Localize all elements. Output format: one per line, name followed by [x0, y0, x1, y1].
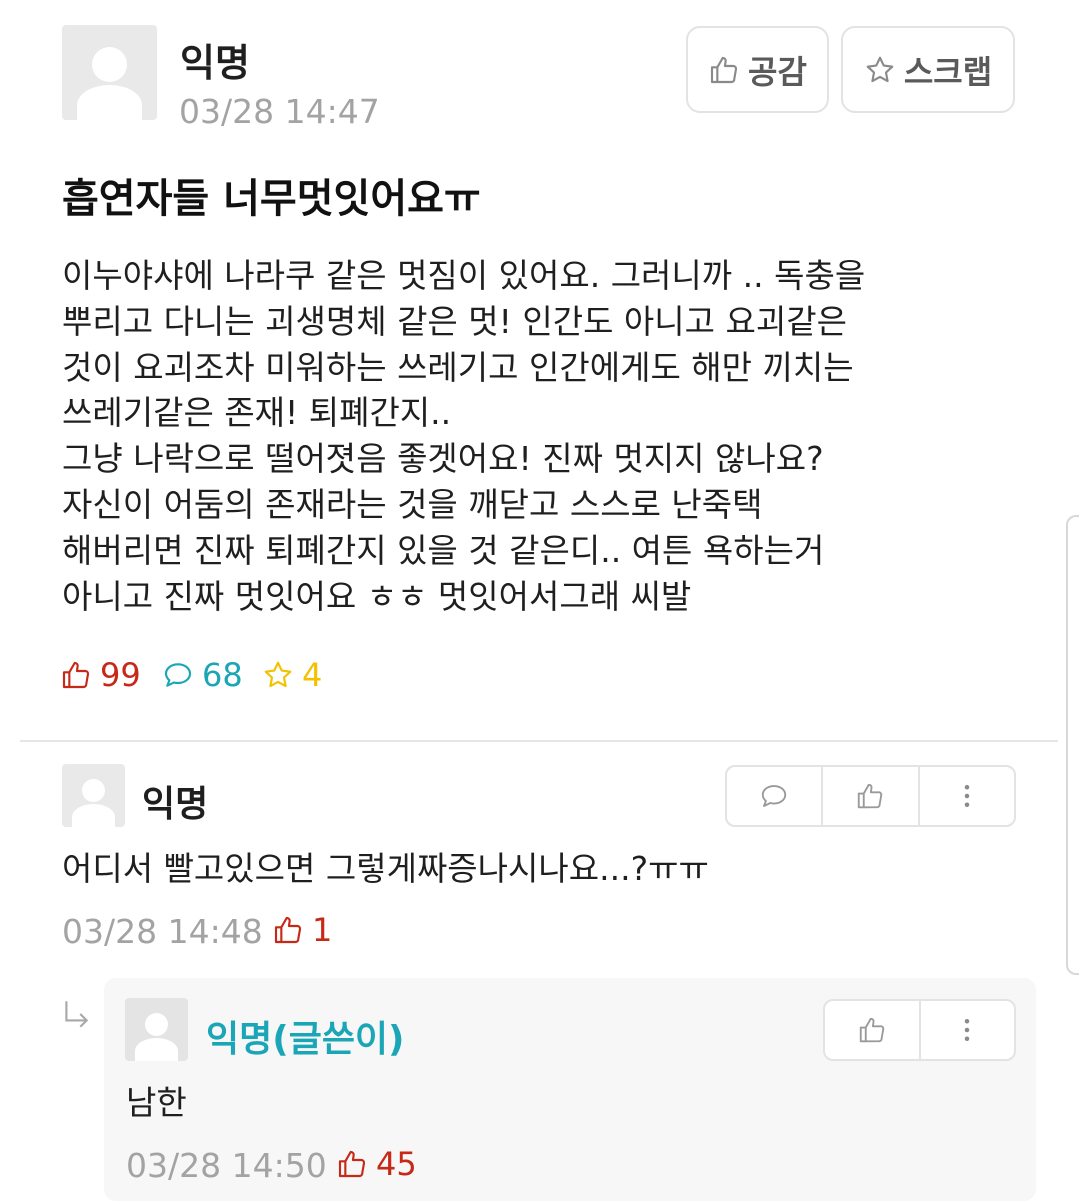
post-body-line: 뿌리고 다니는 괴생명체 같은 멋! 인간도 아니고 요괴같은 — [62, 301, 847, 341]
comment-reply-button[interactable] — [727, 767, 821, 825]
post-divider — [20, 740, 1058, 742]
post-timestamp: 03/28 14:47 — [179, 92, 380, 131]
like-button[interactable]: 공감 — [686, 26, 829, 113]
post-body-line: 그냥 나락으로 떨어졋음 좋겟어요! 진짜 멋지지 않나요? — [62, 439, 824, 479]
comment-bubble-icon — [761, 785, 787, 807]
comment-text: 어디서 빨고있으면 그렇게짜증나시나요...?ㅠㅠ — [62, 849, 709, 888]
post-body-line: 아니고 진짜 멋잇어요 ㅎㅎ 멋잇어서그래 씨발 — [62, 576, 692, 616]
star-icon — [264, 661, 292, 688]
comment-bubble-icon — [164, 663, 192, 687]
thumbs-up-icon — [710, 56, 738, 83]
thumbs-up-icon — [858, 783, 883, 809]
scrap-button[interactable]: 스크랩 — [841, 26, 1015, 113]
comment-like-count: 1 — [272, 911, 332, 949]
star-icon — [866, 56, 894, 82]
thumbs-up-icon — [859, 1017, 884, 1043]
post-like-count: 99 — [60, 656, 141, 694]
reply-author-avatar — [125, 998, 188, 1061]
comment-like-value: 1 — [312, 911, 333, 949]
reply-timestamp: 03/28 14:50 — [126, 1146, 327, 1185]
comment-like-button[interactable] — [821, 767, 917, 825]
reply-like-value: 45 — [376, 1145, 417, 1183]
reply-arrow-icon — [65, 1001, 89, 1028]
more-vertical-icon — [965, 1019, 970, 1041]
post-body: 이누야샤에 나라쿠 같은 멋짐이 있어요. 그러니까 .. 독충을 뿌리고 다니… — [62, 253, 1042, 619]
thumbs-up-icon — [338, 1150, 366, 1178]
comment-author-name: 익명 — [142, 784, 209, 825]
scrap-count-value: 4 — [302, 656, 323, 694]
post-comment-count: 68 — [162, 656, 243, 694]
post-body-line: 것이 요괴조차 미워하는 쓰레기고 인간에게도 해만 끼치는 — [62, 347, 854, 387]
post-body-line: 이누야샤에 나라쿠 같은 멋짐이 있어요. 그러니까 .. 독충을 — [62, 256, 866, 295]
like-button-label: 공감 — [748, 52, 807, 91]
scrollbar[interactable] — [1066, 515, 1079, 975]
post-title: 흡연자들 너무멋잇어요ㅠ — [62, 176, 481, 222]
scrap-button-label: 스크랩 — [903, 52, 993, 91]
post-author-name: 익명 — [180, 41, 250, 85]
more-vertical-icon — [964, 785, 970, 807]
post-author-avatar — [62, 25, 157, 120]
comment-count-value: 68 — [202, 656, 243, 694]
post-body-line: 쓰레기같은 존재! 퇴폐간지.. — [62, 393, 452, 433]
reply-like-button[interactable] — [825, 1001, 919, 1059]
like-count-value: 99 — [100, 656, 141, 694]
post-body-line: 자신이 어둠의 존재라는 것을 깨닫고 스스로 난죽택 — [62, 484, 763, 524]
thumbs-up-icon — [62, 661, 90, 689]
reply-action-group — [823, 999, 1016, 1061]
reply-text: 남한 — [126, 1083, 187, 1122]
post-scrap-count: 4 — [262, 656, 322, 694]
comment-more-button[interactable] — [917, 767, 1014, 825]
post-body-line: 해버리면 진짜 퇴폐간지 있을 것 같은디.. 여튼 욕하는거 — [62, 530, 825, 570]
comment-timestamp: 03/28 14:48 — [62, 912, 263, 951]
comment-author-avatar — [62, 764, 125, 827]
thumbs-up-icon — [274, 916, 302, 944]
reply-author-name: 익명(글쓴이) — [206, 1019, 405, 1060]
reply-like-count: 45 — [336, 1145, 417, 1183]
reply-more-button[interactable] — [918, 1001, 1015, 1059]
comment-action-group — [725, 765, 1016, 827]
